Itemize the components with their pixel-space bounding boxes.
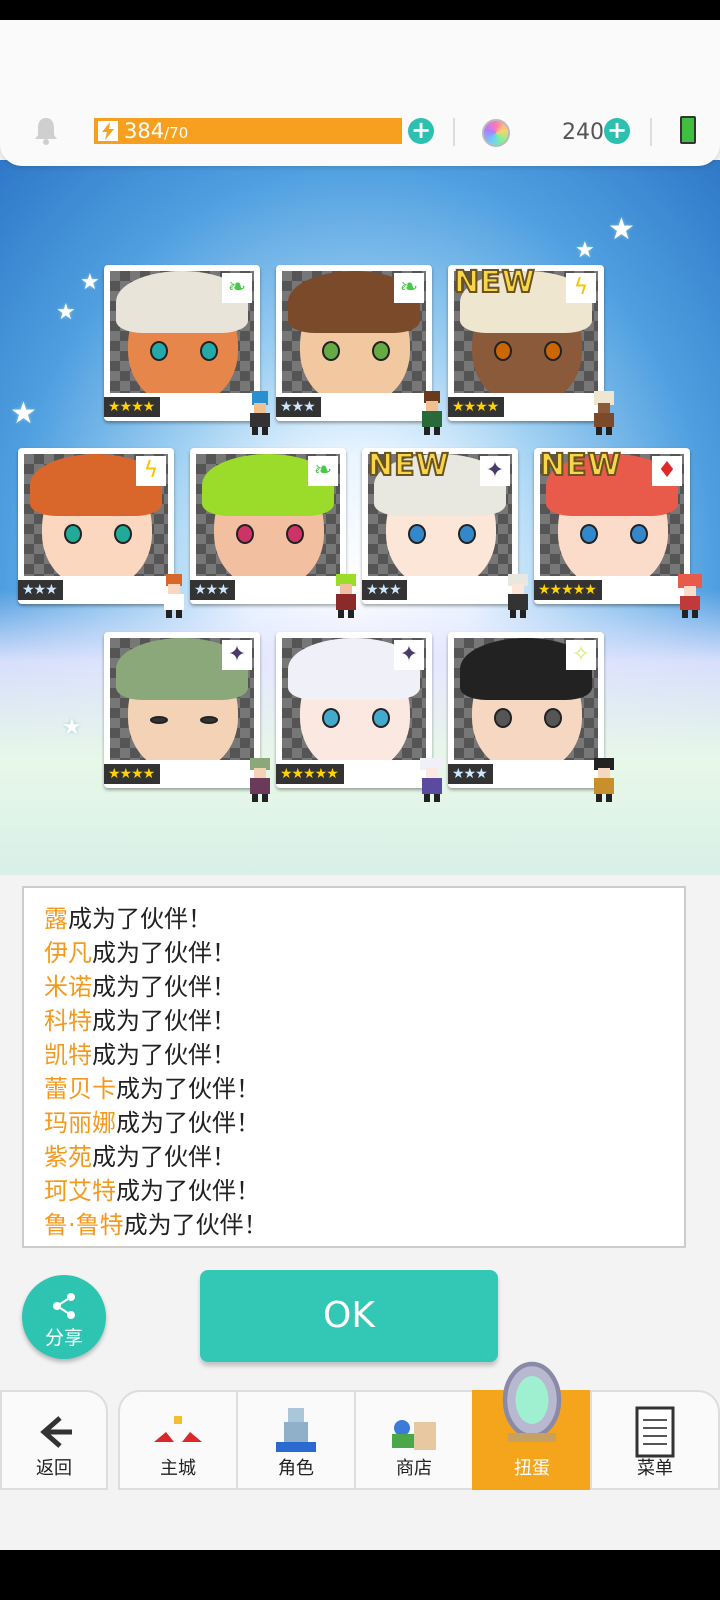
element-icon: ✧ xyxy=(566,640,596,670)
star-rank: ★★★ xyxy=(448,764,493,784)
star-rank: ★★★ xyxy=(276,397,321,417)
character-card[interactable]: ϟ ★★★ xyxy=(18,448,184,618)
element-icon: ϟ xyxy=(136,456,166,486)
battery-icon xyxy=(680,116,696,144)
star-rank: ★★★★ xyxy=(104,764,161,784)
nav-gacha-button[interactable]: 扭蛋 xyxy=(472,1361,592,1490)
star-rank: ★★★★ xyxy=(448,397,505,417)
result-line: 珂艾特成为了伙伴！ xyxy=(44,1177,260,1205)
nav-menu-button[interactable]: 菜单 xyxy=(590,1390,720,1490)
nav-label: 菜单 xyxy=(637,1458,673,1479)
nav-label: 扭蛋 xyxy=(514,1458,550,1479)
character-card[interactable]: NEW ♦ ★★★★★ xyxy=(534,447,702,618)
status-bar xyxy=(0,0,720,20)
element-icon: ❧ xyxy=(308,456,338,486)
nav-label: 角色 xyxy=(278,1458,314,1479)
castle-icon xyxy=(154,1416,202,1442)
element-icon: ❧ xyxy=(222,273,252,303)
star-rank: ★★★★ xyxy=(104,397,161,417)
star-rank: ★★★ xyxy=(362,580,407,600)
bell-icon[interactable] xyxy=(32,116,60,146)
share-button[interactable]: 分享 xyxy=(22,1275,106,1359)
sparkle-icon: ★ xyxy=(10,396,37,431)
result-line: 凯特成为了伙伴！ xyxy=(44,1041,236,1069)
gacha-crystal-icon xyxy=(502,1361,562,1442)
ok-button[interactable]: OK xyxy=(200,1270,498,1362)
divider xyxy=(453,118,455,146)
pixel-sprite-icon xyxy=(678,574,702,618)
new-tag: NEW xyxy=(367,447,450,484)
pixel-sprite-icon xyxy=(594,758,614,802)
character-icon xyxy=(276,1408,316,1452)
pixel-sprite-icon xyxy=(420,758,444,802)
result-line: 蕾贝卡成为了伙伴！ xyxy=(44,1075,260,1103)
star-rank: ★★★ xyxy=(18,580,63,600)
nav-shop-button[interactable]: 商店 xyxy=(354,1390,474,1490)
nav-back-button[interactable]: 返回 xyxy=(0,1390,108,1490)
character-card[interactable]: ✦ ★★★★ xyxy=(104,632,270,802)
pixel-sprite-icon xyxy=(164,574,184,618)
character-card[interactable]: NEW ✦ ★★★ xyxy=(362,447,528,618)
share-label: 分享 xyxy=(44,1327,83,1349)
menu-list-icon xyxy=(635,1406,675,1458)
new-tag: NEW xyxy=(539,447,622,484)
character-card[interactable]: ❧ ★★★ xyxy=(276,265,442,435)
bottom-navigation: 返回 主城 角色 商店 扭蛋 菜单 xyxy=(0,1361,720,1498)
element-icon: ✦ xyxy=(222,640,252,670)
result-line: 露成为了伙伴！ xyxy=(44,905,212,933)
element-icon: ♦ xyxy=(652,456,682,486)
stamina-bar: 384/70 xyxy=(94,118,402,144)
result-line: 玛丽娜成为了伙伴！ xyxy=(44,1109,260,1137)
pixel-sprite-icon xyxy=(250,391,270,435)
nav-label: 返回 xyxy=(36,1458,72,1479)
element-icon: ❧ xyxy=(394,273,424,303)
share-icon xyxy=(53,1293,75,1319)
pixel-sprite-icon xyxy=(336,574,356,618)
character-card[interactable]: ✦ ★★★★★ xyxy=(276,632,444,802)
element-icon: ϟ xyxy=(566,273,596,303)
pixel-sprite-icon xyxy=(594,391,614,435)
shop-bag-icon xyxy=(392,1420,436,1450)
top-resource-bar: 384/70 + 240 + xyxy=(0,20,720,166)
pixel-sprite-icon xyxy=(422,391,442,435)
add-stamina-button[interactable]: + xyxy=(408,118,434,144)
add-gems-button[interactable]: + xyxy=(604,118,630,144)
character-card[interactable]: ✧ ★★★ xyxy=(448,632,614,802)
nav-label: 主城 xyxy=(160,1458,196,1479)
back-arrow-icon xyxy=(40,1416,72,1448)
pixel-sprite-icon xyxy=(508,574,528,618)
sparkle-icon: ★ xyxy=(575,238,595,263)
character-card[interactable]: NEW ϟ ★★★★ xyxy=(448,264,614,435)
divider xyxy=(650,118,652,146)
star-rank: ★★★★★ xyxy=(276,764,344,784)
nav-character-button[interactable]: 角色 xyxy=(236,1390,356,1490)
stamina-value: 384/70 xyxy=(124,119,189,143)
element-icon: ✦ xyxy=(394,640,424,670)
gacha-result-scene: ★ ★ ★ ★ ★ ★ ❧ ★★★★ ❧ ★★★ NEW ϟ ★★★★ ϟ ★★… xyxy=(0,160,720,875)
lightning-icon xyxy=(98,121,118,141)
gem-count: 240 xyxy=(562,120,604,145)
new-tag: NEW xyxy=(453,264,536,301)
gem-icon xyxy=(482,119,510,147)
nav-home-button[interactable]: 主城 xyxy=(118,1390,238,1490)
sparkle-icon: ★ xyxy=(56,300,76,325)
result-line: 紫苑成为了伙伴！ xyxy=(44,1143,236,1171)
sparkle-icon: ★ xyxy=(80,270,100,295)
result-message-box: 露成为了伙伴！ 伊凡成为了伙伴！ 米诺成为了伙伴！ 科特成为了伙伴！ 凯特成为了… xyxy=(22,886,686,1248)
sparkle-icon: ★ xyxy=(608,212,635,247)
star-rank: ★★★★★ xyxy=(534,580,602,600)
element-icon: ✦ xyxy=(480,456,510,486)
sparkle-icon: ★ xyxy=(62,715,82,740)
result-line: 科特成为了伙伴！ xyxy=(44,1007,236,1035)
character-card[interactable]: ❧ ★★★★ xyxy=(104,265,270,435)
system-navigation-bar xyxy=(0,1550,720,1600)
character-card[interactable]: ❧ ★★★ xyxy=(190,448,356,618)
nav-label: 商店 xyxy=(396,1458,432,1479)
result-line: 鲁·鲁特成为了伙伴！ xyxy=(44,1211,268,1239)
result-line: 伊凡成为了伙伴！ xyxy=(44,939,236,967)
result-line: 米诺成为了伙伴！ xyxy=(44,973,236,1001)
footer-area xyxy=(0,1498,720,1550)
pixel-sprite-icon xyxy=(250,758,270,802)
star-rank: ★★★ xyxy=(190,580,235,600)
